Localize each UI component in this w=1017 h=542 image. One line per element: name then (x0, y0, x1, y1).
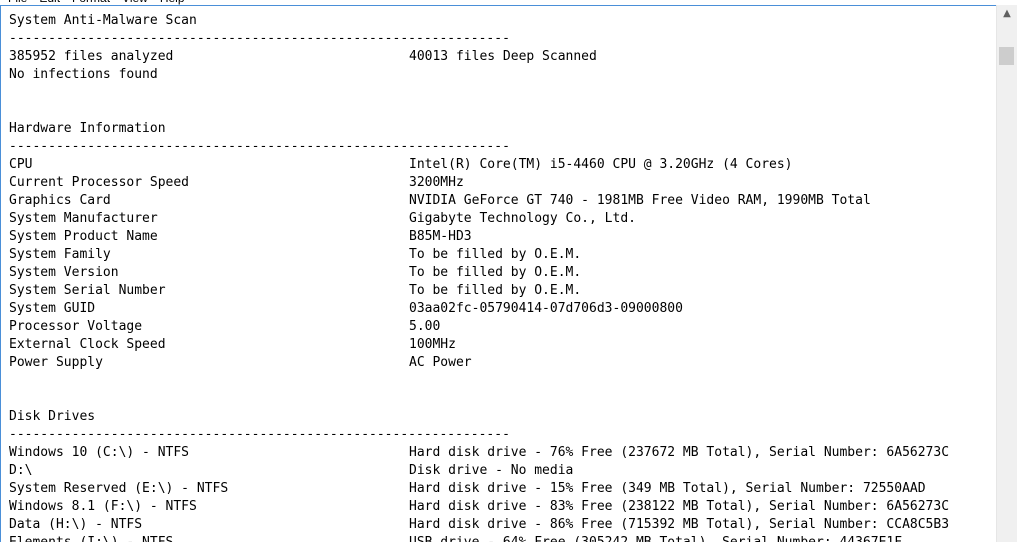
info-value: Intel(R) Core(TM) i5-4460 CPU @ 3.20GHz … (409, 157, 793, 172)
section-title: Hardware Information (9, 121, 166, 136)
section-title: System Anti-Malware Scan (9, 13, 197, 28)
section-rule: ----------------------------------------… (9, 427, 510, 442)
info-label: Current Processor Speed (9, 175, 190, 190)
info-label: Elements (I:\) - NTFS (9, 534, 173, 542)
info-label: No infections found (9, 67, 158, 82)
text-editor-area[interactable]: System Anti-Malware Scan ----------------… (0, 5, 996, 542)
vertical-scrollbar[interactable]: ▲ (996, 5, 1017, 542)
info-value: Hard disk drive - 76% Free (237672 MB To… (409, 445, 950, 460)
info-label: 385952 files analyzed (9, 49, 174, 64)
info-label: External Clock Speed (9, 337, 166, 352)
info-value: To be filled by O.E.M. (409, 283, 582, 298)
info-label: Windows 8.1 (F:\) - NTFS (9, 499, 197, 514)
section-rule: ----------------------------------------… (9, 139, 510, 154)
info-label: System Manufacturer (9, 211, 158, 226)
section-rule: ----------------------------------------… (9, 31, 510, 46)
info-label: System Product Name (9, 229, 158, 244)
info-label: Graphics Card (9, 193, 111, 208)
info-label: CPU (9, 157, 33, 172)
info-value: AC Power (409, 355, 472, 370)
info-value: Gigabyte Technology Co., Ltd. (409, 211, 636, 226)
info-value: B85M-HD3 (409, 229, 472, 244)
info-value: USB drive - 64% Free (305242 MB Total), … (409, 534, 902, 542)
info-label: D:\ (9, 463, 33, 478)
info-label: System Family (9, 247, 111, 262)
info-value: 3200MHz (409, 175, 464, 190)
info-value: To be filled by O.E.M. (409, 265, 582, 280)
info-value: 03aa02fc-05790414-07d706d3-09000800 (409, 301, 683, 316)
info-label: Power Supply (9, 355, 103, 370)
info-label: Data (H:\) - NTFS (9, 517, 143, 532)
info-value: Hard disk drive - 15% Free (349 MB Total… (409, 481, 926, 496)
info-value: Hard disk drive - 86% Free (715392 MB To… (409, 517, 950, 532)
info-label: Windows 10 (C:\) - NTFS (9, 445, 190, 460)
info-value: 100MHz (409, 337, 456, 352)
info-value: To be filled by O.E.M. (409, 247, 582, 262)
info-value: Hard disk drive - 83% Free (238122 MB To… (409, 499, 950, 514)
info-label: System Reserved (E:\) - NTFS (9, 481, 229, 496)
scrollbar-thumb[interactable] (999, 47, 1014, 65)
info-label: System GUID (9, 301, 96, 316)
scroll-up-arrow-icon[interactable]: ▲ (997, 5, 1017, 23)
section-title: Disk Drives (9, 409, 96, 424)
info-label: System Serial Number (9, 283, 166, 298)
info-label: System Version (9, 265, 119, 280)
info-value: NVIDIA GeForce GT 740 - 1981MB Free Vide… (409, 193, 871, 208)
info-value: Disk drive - No media (409, 463, 574, 478)
info-label: Processor Voltage (9, 319, 143, 334)
info-value: 5.00 (409, 319, 441, 334)
info-value: 40013 files Deep Scanned (409, 49, 597, 64)
